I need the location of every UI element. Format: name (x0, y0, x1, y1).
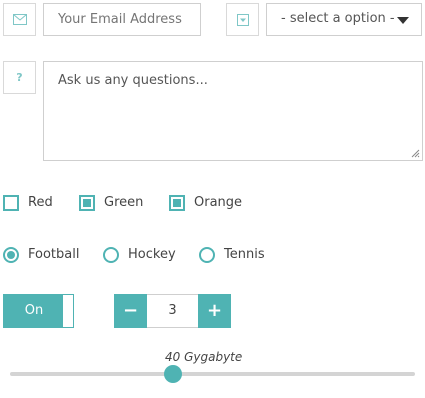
checkbox-red[interactable]: Red (3, 195, 53, 211)
radio-label: Hockey (128, 247, 176, 262)
on-off-toggle[interactable]: On (3, 294, 74, 328)
slider-thumb[interactable] (164, 365, 182, 383)
checkbox-label: Red (28, 195, 53, 210)
slider-value-label: 40 Gygabyte (165, 350, 243, 364)
minus-icon: − (122, 300, 139, 321)
checkbox-box[interactable] (3, 195, 19, 211)
checkbox-checked-mark (83, 199, 91, 207)
checkbox-orange[interactable]: Orange (169, 195, 242, 211)
question-icon-box: ? (3, 61, 36, 94)
radio-label: Football (28, 247, 80, 262)
checkbox-checked-mark (173, 199, 181, 207)
toggle-knob[interactable] (63, 295, 73, 327)
checkbox-green[interactable]: Green (79, 195, 143, 211)
radio-tennis[interactable]: Tennis (199, 247, 265, 263)
option-select[interactable]: - select a option - (266, 3, 422, 36)
email-icon-box (3, 3, 36, 36)
toggle-label: On (24, 303, 44, 318)
select-icon-box (226, 3, 259, 36)
radio-hockey[interactable]: Hockey (103, 247, 176, 263)
radio-circle[interactable] (103, 247, 119, 263)
radio-circle[interactable] (199, 247, 215, 263)
quantity-value[interactable]: 3 (147, 294, 198, 328)
radio-selected-dot (7, 251, 15, 259)
quantity-stepper: − 3 + (114, 294, 231, 328)
resize-grip-icon[interactable] (411, 149, 420, 158)
radio-football[interactable]: Football (3, 247, 79, 263)
radio-label: Tennis (224, 247, 265, 262)
plus-icon: + (206, 300, 223, 321)
slider-track[interactable] (10, 372, 415, 376)
checkbox-label: Green (104, 195, 144, 210)
envelope-icon (12, 14, 27, 25)
checkbox-box[interactable] (169, 195, 185, 211)
increment-button[interactable]: + (198, 294, 231, 328)
questions-textarea[interactable]: Ask us any questions... (43, 61, 423, 161)
checkbox-label: Orange (194, 195, 243, 210)
dropdown-icon (236, 13, 249, 26)
option-select-value: - select a option - (281, 11, 395, 26)
email-field[interactable] (43, 3, 201, 36)
question-icon: ? (16, 71, 23, 84)
checkbox-box[interactable] (79, 195, 95, 211)
radio-circle[interactable] (3, 247, 19, 263)
questions-placeholder: Ask us any questions... (58, 73, 208, 88)
chevron-down-icon (397, 17, 409, 24)
decrement-button[interactable]: − (114, 294, 147, 328)
